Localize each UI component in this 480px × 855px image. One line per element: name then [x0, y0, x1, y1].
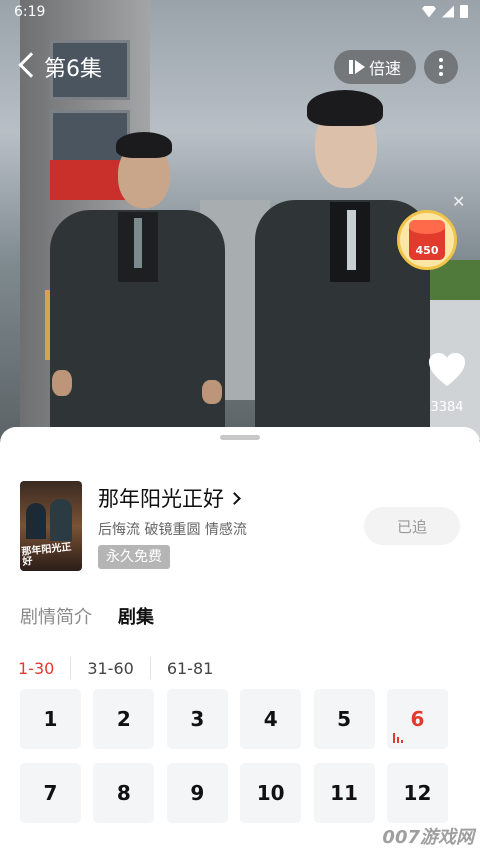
range-divider	[70, 657, 72, 679]
range-divider	[149, 657, 151, 679]
reward-amount: 450	[415, 244, 439, 257]
drama-title-link[interactable]: 那年阳光正好	[98, 483, 241, 513]
signal-icon	[442, 5, 454, 18]
speed-button[interactable]: 倍速	[334, 50, 416, 84]
wifi-icon	[422, 5, 436, 18]
battery-icon	[460, 5, 468, 18]
episode-sheet: 那年阳光正好 那年阳光正好 后悔流 破镜重圆 情感流 永久免费 已追 剧情简介 …	[0, 427, 480, 855]
playing-icon	[392, 733, 403, 743]
sheet-tabs: 剧情简介 剧集	[20, 603, 154, 629]
episode-button[interactable]: 7	[20, 763, 81, 823]
drama-info: 那年阳光正好 那年阳光正好 后悔流 破镜重圆 情感流 永久免费 已追	[20, 481, 460, 571]
episode-range-selector: 1-30 31-60 61-81	[18, 657, 229, 679]
status-bar: 6:19	[0, 0, 480, 26]
more-button[interactable]	[424, 50, 458, 84]
follow-button[interactable]: 已追	[364, 507, 460, 545]
player-top-bar: 第6集 倍速	[0, 44, 480, 88]
play-speed-icon	[348, 60, 365, 74]
range-31-60[interactable]: 31-60	[87, 659, 150, 678]
range-61-81[interactable]: 61-81	[167, 659, 230, 678]
back-icon[interactable]	[18, 52, 44, 78]
speed-label: 倍速	[368, 59, 401, 78]
tab-episodes[interactable]: 剧集	[118, 603, 154, 629]
video-player[interactable]: 6:19 第6集 倍速 450 ✕ 3384	[0, 0, 480, 440]
drag-handle[interactable]	[220, 435, 260, 440]
site-watermark: 007游戏网	[382, 827, 474, 848]
chevron-right-icon	[228, 492, 241, 505]
more-dot	[439, 58, 443, 62]
episode-button[interactable]: 8	[93, 763, 155, 823]
episode-button[interactable]: 9	[166, 763, 228, 823]
episode-title: 第6集	[44, 57, 102, 82]
like-count: 3384	[430, 400, 464, 415]
episode-button-current[interactable]: 6	[386, 689, 448, 749]
heart-icon[interactable]	[428, 352, 466, 388]
range-1-30[interactable]: 1-30	[18, 659, 70, 678]
reward-red-packet[interactable]: 450	[397, 210, 457, 270]
more-dot	[439, 72, 443, 76]
episode-button[interactable]: 12	[386, 763, 448, 823]
red-packet-icon: 450	[409, 220, 445, 260]
episode-grid: 1 2 3 4 5 6 7 8 9 10 11 12	[20, 689, 448, 823]
poster-figure	[50, 499, 72, 541]
episode-button[interactable]: 10	[240, 763, 302, 823]
episode-button[interactable]: 1	[20, 689, 81, 749]
episode-button[interactable]: 2	[93, 689, 155, 749]
poster-figure	[26, 503, 46, 539]
tab-synopsis[interactable]: 剧情简介	[20, 603, 92, 629]
status-time: 6:19	[14, 4, 46, 20]
more-dot	[439, 65, 443, 69]
episode-button[interactable]: 3	[166, 689, 228, 749]
poster-title: 那年阳光正好	[21, 541, 72, 568]
episode-button[interactable]: 11	[313, 763, 375, 823]
drama-poster[interactable]: 那年阳光正好	[20, 481, 82, 571]
episode-button[interactable]: 5	[313, 689, 375, 749]
episode-button[interactable]: 4	[240, 689, 302, 749]
close-icon[interactable]: ✕	[452, 192, 465, 211]
drama-tags: 后悔流 破镜重圆 情感流	[98, 522, 247, 538]
drama-title: 那年阳光正好	[98, 487, 224, 511]
free-badge: 永久免费	[98, 545, 170, 569]
